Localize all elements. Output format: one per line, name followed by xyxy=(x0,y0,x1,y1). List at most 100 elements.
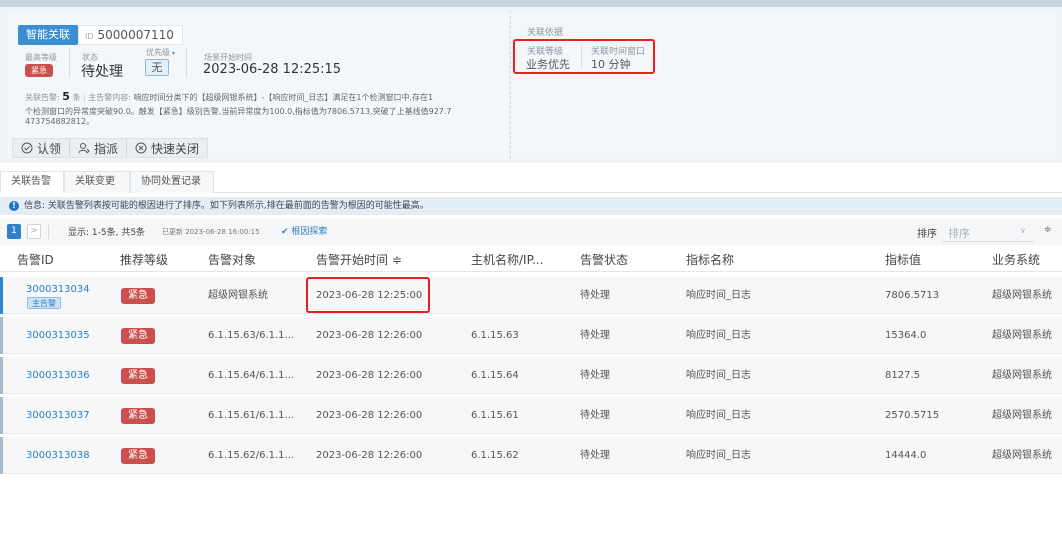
alarm-id-link[interactable]: 3000313037 xyxy=(26,397,90,434)
col-alarm-start-time[interactable]: 告警开始时间 ≑ xyxy=(316,248,402,272)
alarm-status: 待处理 xyxy=(580,410,610,421)
alarm-start-time: 2023-06-28 12:26:00 xyxy=(316,450,423,461)
tab-related-changes[interactable]: 关联变更 xyxy=(64,171,130,193)
next-page-button[interactable]: > xyxy=(27,224,41,239)
alarm-id-link[interactable]: 3000313038 xyxy=(26,437,90,474)
highlight-box-basis xyxy=(513,39,655,74)
alarm-object: 6.1.15.64/6.1.1... xyxy=(208,370,295,381)
business-system: 超级网银系统 xyxy=(992,370,1052,381)
col-business-system[interactable]: 业务系统 xyxy=(992,248,1040,272)
metric-name: 响应时间_日志 xyxy=(686,410,751,421)
business-system: 超级网银系统 xyxy=(992,410,1052,421)
alarm-summary-line1: 关联告警: 5 条 | 主告警内容: 响应时间分类下的【超级网银系统】-【响应时… xyxy=(25,90,434,103)
pager-toolbar: 1 > 显示: 1-5条, 共5条 已更新 2023-06-28 16:00:1… xyxy=(0,219,1062,245)
alarm-status: 待处理 xyxy=(580,290,610,301)
col-recommend-level[interactable]: 推荐等级 xyxy=(120,248,168,272)
urgent-badge: 紧急 xyxy=(121,448,155,464)
quick-close-button[interactable]: 快速关闭 xyxy=(127,139,207,157)
sort-select[interactable]: 排序 ∨ xyxy=(942,222,1034,242)
table-row[interactable]: 3000313034 主告警 紧急 超级网银系统 2023-06-28 12:2… xyxy=(0,277,1062,314)
metric-name: 响应时间_日志 xyxy=(686,290,751,301)
sort-toggle-icon[interactable]: ≑ xyxy=(1044,225,1052,235)
host-ip: 6.1.15.64 xyxy=(471,370,519,381)
id-value: 5000007110 xyxy=(97,28,174,42)
table-empty-area xyxy=(0,475,1062,538)
assign-label: 指派 xyxy=(94,141,119,156)
basis-title: 关联依据 xyxy=(527,28,564,38)
check-circle-icon xyxy=(21,142,33,154)
row-indicator xyxy=(0,397,3,434)
quick-close-label: 快速关闭 xyxy=(151,141,200,156)
col-alarm-status[interactable]: 告警状态 xyxy=(580,248,628,272)
alarm-start-time: 2023-06-28 12:26:00 xyxy=(316,330,423,341)
alarm-start-time: 2023-06-28 12:26:00 xyxy=(316,370,423,381)
col-metric-value[interactable]: 指标值 xyxy=(885,248,921,272)
smart-correlation-tag: 智能关联 xyxy=(18,25,78,45)
close-circle-icon xyxy=(135,142,147,154)
id-label: ID xyxy=(85,32,94,41)
display-count: 显示: 1-5条, 共5条 xyxy=(68,228,146,238)
claim-label: 认领 xyxy=(37,141,62,156)
divider xyxy=(48,225,49,239)
host-ip: 6.1.15.62 xyxy=(471,450,519,461)
tab-bar: 关联告警 关联变更 协同处置记录 xyxy=(0,171,1062,193)
max-level-badge: 紧急 xyxy=(25,64,53,77)
business-system: 超级网银系统 xyxy=(992,330,1052,341)
table-row[interactable]: 3000313035 紧急 6.1.15.63/6.1.1... 2023-06… xyxy=(0,317,1062,354)
page-1-button[interactable]: 1 xyxy=(7,224,21,239)
alarm-status: 待处理 xyxy=(580,330,610,341)
alarm-summary-line3: 473754882812。 xyxy=(25,117,95,126)
alarm-id-link[interactable]: 3000313036 xyxy=(26,357,90,394)
metric-name: 响应时间_日志 xyxy=(686,330,751,341)
col-alarm-id[interactable]: 告警ID xyxy=(17,248,54,272)
urgent-badge: 紧急 xyxy=(121,368,155,384)
table-row[interactable]: 3000313036 紧急 6.1.15.64/6.1.1... 2023-06… xyxy=(0,357,1062,394)
info-icon: ! xyxy=(9,201,19,211)
alarm-object: 超级网银系统 xyxy=(208,290,268,301)
tab-collab-records[interactable]: 协同处置记录 xyxy=(130,171,214,193)
tab-related-alarms[interactable]: 关联告警 xyxy=(0,171,64,193)
action-bar: 认领 指派 快速关闭 xyxy=(12,138,209,158)
incident-card: 智能关联 ID 5000007110 最高等级 紧急 状态 待处理 优先级 ▾ 无… xyxy=(0,0,1062,163)
table-row[interactable]: 3000313038 紧急 6.1.15.62/6.1.1... 2023-06… xyxy=(0,437,1062,474)
user-assign-icon xyxy=(78,143,90,154)
table-header: 告警ID 推荐等级 告警对象 告警开始时间 ≑ 主机名称/IP... 告警状态 … xyxy=(0,248,1062,272)
col-alarm-object[interactable]: 告警对象 xyxy=(208,248,256,272)
metric-value: 2570.5715 xyxy=(885,410,940,421)
priority-label: 优先级 ▾ xyxy=(146,48,175,57)
assign-button[interactable]: 指派 xyxy=(70,139,128,157)
root-cause-button[interactable]: ✔ 根因探索 xyxy=(281,224,327,237)
claim-button[interactable]: 认领 xyxy=(13,139,71,157)
incident-summary-panel: 智能关联 ID 5000007110 最高等级 紧急 状态 待处理 优先级 ▾ 无… xyxy=(8,11,508,159)
updated-time: 已更新 2023-06-28 16:00:15 xyxy=(162,228,260,236)
urgent-badge: 紧急 xyxy=(121,288,155,304)
root-cause-label: 根因探索 xyxy=(291,227,328,237)
table-row[interactable]: 3000313037 紧急 6.1.15.61/6.1.1... 2023-06… xyxy=(0,397,1062,434)
check-icon: ✔ xyxy=(281,227,289,237)
metric-name: 响应时间_日志 xyxy=(686,370,751,381)
col-metric-name[interactable]: 指标名称 xyxy=(686,248,734,272)
divider xyxy=(186,48,187,78)
host-ip: 6.1.15.61 xyxy=(471,410,519,421)
row-indicator xyxy=(0,357,3,394)
alarm-object: 6.1.15.62/6.1.1... xyxy=(208,450,295,461)
metric-value: 8127.5 xyxy=(885,370,920,381)
highlight-box-start-time xyxy=(306,277,430,313)
metric-value: 14444.0 xyxy=(885,450,927,461)
business-system: 超级网银系统 xyxy=(992,450,1052,461)
alarm-object: 6.1.15.61/6.1.1... xyxy=(208,410,295,421)
urgent-badge: 紧急 xyxy=(121,408,155,424)
alarm-status: 待处理 xyxy=(580,370,610,381)
urgent-badge: 紧急 xyxy=(121,328,155,344)
sort-placeholder: 排序 xyxy=(948,227,970,240)
row-indicator xyxy=(0,277,3,314)
divider xyxy=(69,48,70,78)
col-host-ip[interactable]: 主机名称/IP... xyxy=(471,248,543,272)
alarm-id-link[interactable]: 3000313035 xyxy=(26,317,90,354)
max-level-label: 最高等级 xyxy=(25,53,57,62)
metric-value: 7806.5713 xyxy=(885,290,940,301)
priority-badge[interactable]: 无 xyxy=(145,59,169,76)
sort-label: 排序 xyxy=(917,229,937,240)
alarm-start-time: 2023-06-28 12:26:00 xyxy=(316,410,423,421)
business-system: 超级网银系统 xyxy=(992,290,1052,301)
